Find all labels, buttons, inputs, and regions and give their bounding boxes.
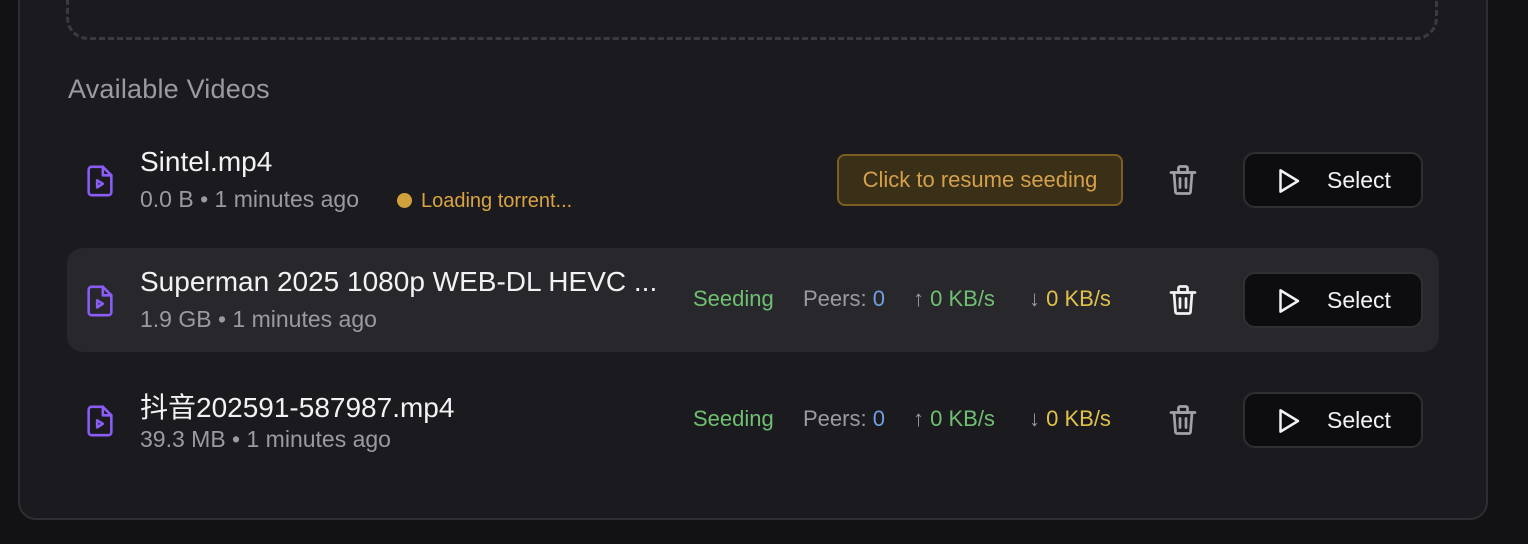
loading-status: Loading torrent... (397, 190, 572, 213)
upload-value: 0 KB/s (930, 406, 995, 431)
video-name: 抖音202591-587987.mp4 (140, 392, 455, 423)
trash-icon[interactable] (1165, 162, 1201, 198)
upload-arrow-icon: ↑ (913, 286, 924, 311)
video-meta: 1.9 GB • 1 minutes ago (140, 306, 377, 332)
play-icon (1279, 409, 1300, 433)
loading-text: Loading torrent... (421, 190, 573, 212)
select-label: Select (1327, 407, 1391, 433)
resume-seeding-button[interactable]: Click to resume seeding (837, 154, 1123, 206)
select-label: Select (1327, 287, 1391, 313)
video-meta: 39.3 MB • 1 minutes ago (140, 426, 391, 452)
play-icon (1279, 169, 1300, 193)
video-row[interactable]: Sintel.mp4 0.0 B • 1 minutes ago Loading… (67, 128, 1439, 232)
video-name: Sintel.mp4 (140, 146, 273, 177)
video-file-icon (87, 285, 113, 317)
peers-value: 0 (872, 286, 885, 311)
upload-dropzone[interactable] (66, 0, 1438, 40)
seeding-status: Seeding (693, 406, 774, 431)
download-arrow-icon: ↓ (1029, 406, 1040, 431)
video-row[interactable]: 抖音202591-587987.mp4 39.3 MB • 1 minutes … (67, 368, 1439, 472)
upload-speed: ↑ 0 KB/s (913, 406, 995, 432)
download-value: 0 KB/s (1046, 286, 1111, 311)
select-button[interactable]: Select (1243, 392, 1423, 448)
peers-label: Peers: (803, 286, 867, 311)
upload-speed: ↑ 0 KB/s (913, 286, 995, 312)
video-name: Superman 2025 1080p WEB-DL HEVC ... (140, 266, 658, 297)
download-speed: ↓ 0 KB/s (1029, 286, 1111, 312)
trash-icon[interactable] (1165, 282, 1201, 318)
download-value: 0 KB/s (1046, 406, 1111, 431)
section-title: Available Videos (68, 74, 270, 104)
play-icon (1279, 289, 1300, 313)
video-meta: 0.0 B • 1 minutes ago (140, 186, 360, 212)
download-arrow-icon: ↓ (1029, 286, 1040, 311)
upload-value: 0 KB/s (930, 286, 995, 311)
video-file-icon (87, 405, 113, 437)
video-row[interactable]: Superman 2025 1080p WEB-DL HEVC ... 1.9 … (67, 248, 1439, 352)
peers-value: 0 (872, 406, 885, 431)
select-button[interactable]: Select (1243, 152, 1423, 208)
upload-arrow-icon: ↑ (913, 406, 924, 431)
peers-count: Peers: 0 (803, 406, 885, 432)
select-button[interactable]: Select (1243, 272, 1423, 328)
video-file-icon (87, 165, 113, 197)
peers-count: Peers: 0 (803, 286, 885, 312)
trash-icon[interactable] (1165, 402, 1201, 438)
download-speed: ↓ 0 KB/s (1029, 406, 1111, 432)
select-label: Select (1327, 167, 1391, 193)
seeding-status: Seeding (693, 286, 774, 311)
peers-label: Peers: (803, 406, 867, 431)
loading-dot-icon (397, 193, 412, 208)
